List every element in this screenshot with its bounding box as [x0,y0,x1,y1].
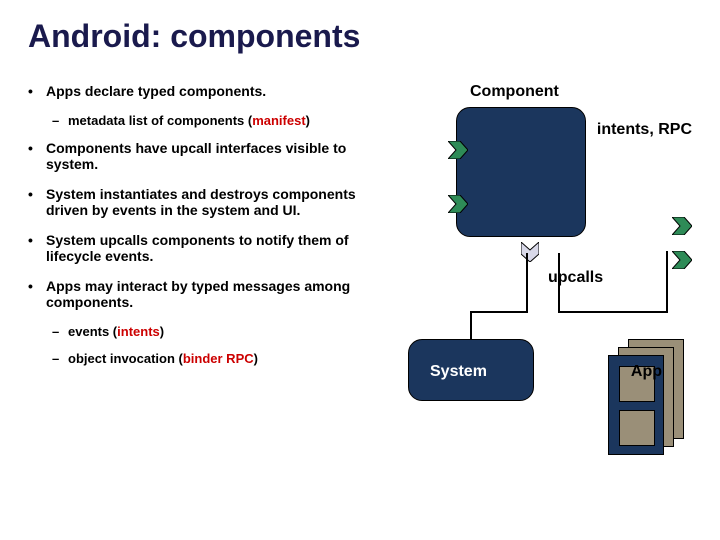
sub-text-pre: metadata list of components ( [68,113,252,128]
bullet-dot-icon: • [28,140,46,172]
upcalls-label: upcalls [548,269,603,287]
bullet-dot-icon: • [28,278,46,310]
diagram: Component intents, RPC upcalls [398,83,692,503]
bullet-2: • Components have upcall interfaces visi… [28,140,398,172]
dash-icon: – [52,324,68,339]
bullet-1-sub-1-text: metadata list of components (manifest) [68,113,398,128]
chevron-right-icon [672,217,692,235]
bullet-5-sub-2-text: object invocation (binder RPC) [68,351,398,366]
sub-text-pre: events ( [68,324,117,339]
app-slot [619,410,655,446]
connector-line [470,311,472,339]
slide-content: • Apps declare typed components. – metad… [28,83,692,503]
dash-icon: – [52,351,68,366]
slide-title: Android: components [28,18,692,55]
sub-text-post: ) [306,113,310,128]
connector-line [526,253,528,313]
bullet-1-sub-1: – metadata list of components (manifest) [52,113,398,128]
sub-text-pre: object invocation ( [68,351,183,366]
bullet-1-text: Apps declare typed components. [46,83,398,99]
connector-line [666,251,668,313]
bullet-5-text: Apps may interact by typed messages amon… [46,278,398,310]
bullet-3: • System instantiates and destroys compo… [28,186,398,218]
component-box [456,107,586,237]
binder-rpc-keyword: binder RPC [183,351,254,366]
manifest-keyword: manifest [252,113,305,128]
bullet-5: • Apps may interact by typed messages am… [28,278,398,310]
bullet-list: • Apps declare typed components. – metad… [28,83,398,503]
chevron-down-icon [521,242,539,262]
bullet-4: • System upcalls components to notify th… [28,232,398,264]
sub-text-post: ) [254,351,258,366]
bullet-1: • Apps declare typed components. [28,83,398,99]
component-label: Component [470,83,559,101]
dash-icon: – [52,113,68,128]
bullet-3-text: System instantiates and destroys compone… [46,186,398,218]
intents-keyword: intents [117,324,160,339]
chevron-right-icon [672,251,692,269]
app-stack [606,339,686,459]
app-label: App [631,363,662,381]
bullet-4-text: System upcalls components to notify them… [46,232,398,264]
chevron-right-icon [448,195,468,213]
connector-line [558,311,668,313]
bullet-dot-icon: • [28,186,46,218]
system-label: System [430,363,487,381]
sub-text-post: ) [160,324,164,339]
connector-line [558,253,560,313]
bullet-5-sub-2: – object invocation (binder RPC) [52,351,398,366]
bullet-dot-icon: • [28,83,46,99]
chevron-right-icon [448,141,468,159]
connector-line [470,311,528,313]
bullet-2-text: Components have upcall interfaces visibl… [46,140,398,172]
bullet-5-sub-1-text: events (intents) [68,324,398,339]
intents-rpc-label: intents, RPC [597,121,692,139]
bullet-dot-icon: • [28,232,46,264]
bullet-5-sub-1: – events (intents) [52,324,398,339]
